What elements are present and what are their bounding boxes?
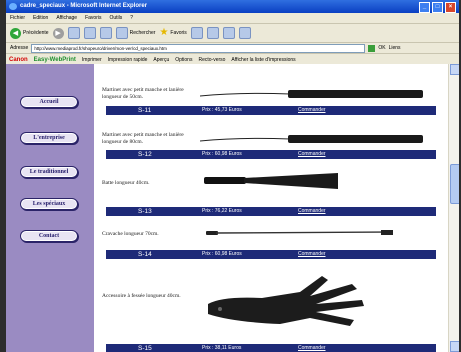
product-price: Prix : 76,22 Euros bbox=[202, 208, 242, 214]
product-description: Batte longueur 40cm. bbox=[102, 180, 150, 186]
refresh-icon[interactable] bbox=[83, 27, 96, 39]
menu-favoris[interactable]: Favoris bbox=[85, 13, 101, 23]
nav-contact[interactable]: Contact bbox=[20, 230, 78, 242]
menu-help[interactable]: ? bbox=[130, 13, 133, 23]
product-image bbox=[204, 173, 338, 189]
menu-fichier[interactable]: Fichier bbox=[10, 13, 25, 23]
search-icon bbox=[115, 27, 128, 39]
edit-icon[interactable] bbox=[238, 27, 251, 39]
product-code: S-14 bbox=[138, 251, 152, 258]
product-description: Martinet avec petit manche et lanière lo… bbox=[102, 87, 184, 100]
menu-bar: Fichier Edition Affichage Favoris Outils… bbox=[6, 13, 459, 24]
vertical-scrollbar[interactable] bbox=[448, 64, 459, 352]
order-link[interactable]: Commander bbox=[298, 207, 326, 216]
print-button[interactable]: Imprimer bbox=[82, 57, 102, 63]
nav-accueil[interactable]: Accueil bbox=[20, 96, 78, 108]
address-bar: Adresse http://www.mediaprod.fr/shopeuro… bbox=[6, 43, 459, 54]
options-button[interactable]: Options bbox=[175, 57, 192, 63]
product-description: Cravache longueur 70cm. bbox=[102, 231, 159, 237]
address-label: Adresse bbox=[10, 45, 29, 51]
menu-affichage[interactable]: Affichage bbox=[56, 13, 77, 23]
menu-outils[interactable]: Outils bbox=[109, 13, 122, 23]
scroll-up-icon[interactable] bbox=[450, 64, 459, 75]
order-link[interactable]: Commander bbox=[298, 106, 326, 115]
scroll-thumb[interactable] bbox=[450, 164, 459, 204]
print-list-button[interactable]: Afficher la liste d'impressions bbox=[231, 57, 295, 63]
page-content: Accueil L'entreprise Le traditionnel Les… bbox=[6, 64, 448, 352]
links-label[interactable]: Liens bbox=[389, 45, 401, 51]
product-price: Prix : 60,98 Euros bbox=[202, 151, 242, 157]
maximize-button[interactable]: □ bbox=[432, 2, 443, 13]
product-bar: S-12 Prix : 60,98 Euros Commander bbox=[106, 150, 436, 159]
favorites-button[interactable]: ★ Favoris bbox=[159, 28, 186, 38]
product-code: S-12 bbox=[138, 151, 152, 158]
search-button[interactable]: Rechercher bbox=[115, 27, 156, 39]
browser-window: cadre_speciaux - Microsoft Internet Expl… bbox=[6, 0, 459, 352]
search-label: Rechercher bbox=[129, 30, 156, 36]
order-link[interactable]: Commander bbox=[298, 150, 326, 159]
duplex-button[interactable]: Recto-verso bbox=[198, 57, 225, 63]
product-code: S-15 bbox=[138, 345, 152, 352]
ie-icon bbox=[9, 3, 17, 10]
sidebar-nav: Accueil L'entreprise Le traditionnel Les… bbox=[6, 64, 94, 352]
product-code: S-13 bbox=[138, 208, 152, 215]
back-arrow-icon: ◀ bbox=[10, 27, 21, 39]
title-bar: cadre_speciaux - Microsoft Internet Expl… bbox=[6, 0, 459, 13]
canon-logo: Canon bbox=[9, 56, 28, 63]
product-image bbox=[200, 90, 423, 98]
product-price: Prix : 38,11 Euros bbox=[202, 345, 242, 351]
address-input[interactable]: http://www.mediaprod.fr/shopeuro/driver/… bbox=[31, 43, 366, 53]
preview-button[interactable]: Aperçu bbox=[153, 57, 169, 63]
window-title: cadre_speciaux - Microsoft Internet Expl… bbox=[20, 3, 148, 9]
product-price: Prix : 60,98 Euros bbox=[202, 251, 242, 257]
product-image bbox=[206, 230, 393, 235]
mail-icon[interactable] bbox=[206, 27, 219, 39]
order-link[interactable]: Commander bbox=[298, 250, 326, 259]
product-bar: S-15 Prix : 38,11 Euros Commander bbox=[106, 344, 436, 352]
close-button[interactable]: × bbox=[445, 2, 456, 13]
product-description: Martinet avec petit manche et lanière lo… bbox=[102, 132, 184, 145]
easy-webprint-label[interactable]: Easy-WebPrint bbox=[34, 57, 76, 63]
home-icon[interactable] bbox=[99, 27, 112, 39]
history-icon[interactable] bbox=[190, 27, 203, 39]
back-button[interactable]: ◀ Précédente bbox=[10, 27, 49, 39]
back-label: Précédente bbox=[23, 30, 49, 36]
go-arrow-icon[interactable] bbox=[368, 44, 376, 52]
favorites-label: Favoris bbox=[170, 30, 187, 36]
toolbar: ◀ Précédente ▶ Rechercher ★ Favoris bbox=[6, 24, 459, 43]
product-image bbox=[200, 135, 423, 143]
product-price: Prix : 45,73 Euros bbox=[202, 107, 242, 113]
scroll-down-icon[interactable] bbox=[450, 341, 459, 352]
stop-icon[interactable] bbox=[67, 27, 80, 39]
product-description: Accessoire à fessée longueur 40cm. bbox=[102, 293, 181, 299]
go-button[interactable]: OK bbox=[378, 45, 385, 51]
product-code: S-11 bbox=[138, 107, 152, 114]
product-image bbox=[208, 276, 364, 326]
print-icon[interactable] bbox=[222, 27, 235, 39]
minimize-button[interactable]: _ bbox=[419, 2, 430, 13]
nav-entreprise[interactable]: L'entreprise bbox=[20, 132, 78, 144]
product-bar: S-11 Prix : 45,73 Euros Commander bbox=[106, 106, 436, 115]
quick-print-button[interactable]: Impression rapide bbox=[108, 57, 148, 63]
product-bar: S-13 Prix : 76,22 Euros Commander bbox=[106, 207, 436, 216]
nav-speciaux[interactable]: Les spéciaux bbox=[20, 198, 78, 210]
product-bar: S-14 Prix : 60,98 Euros Commander bbox=[106, 250, 436, 259]
order-link[interactable]: Commander bbox=[298, 344, 326, 352]
menu-edition[interactable]: Edition bbox=[33, 13, 48, 23]
nav-traditionnel[interactable]: Le traditionnel bbox=[20, 166, 78, 178]
favorites-star-icon: ★ bbox=[159, 27, 169, 38]
forward-arrow-icon[interactable]: ▶ bbox=[52, 27, 64, 39]
